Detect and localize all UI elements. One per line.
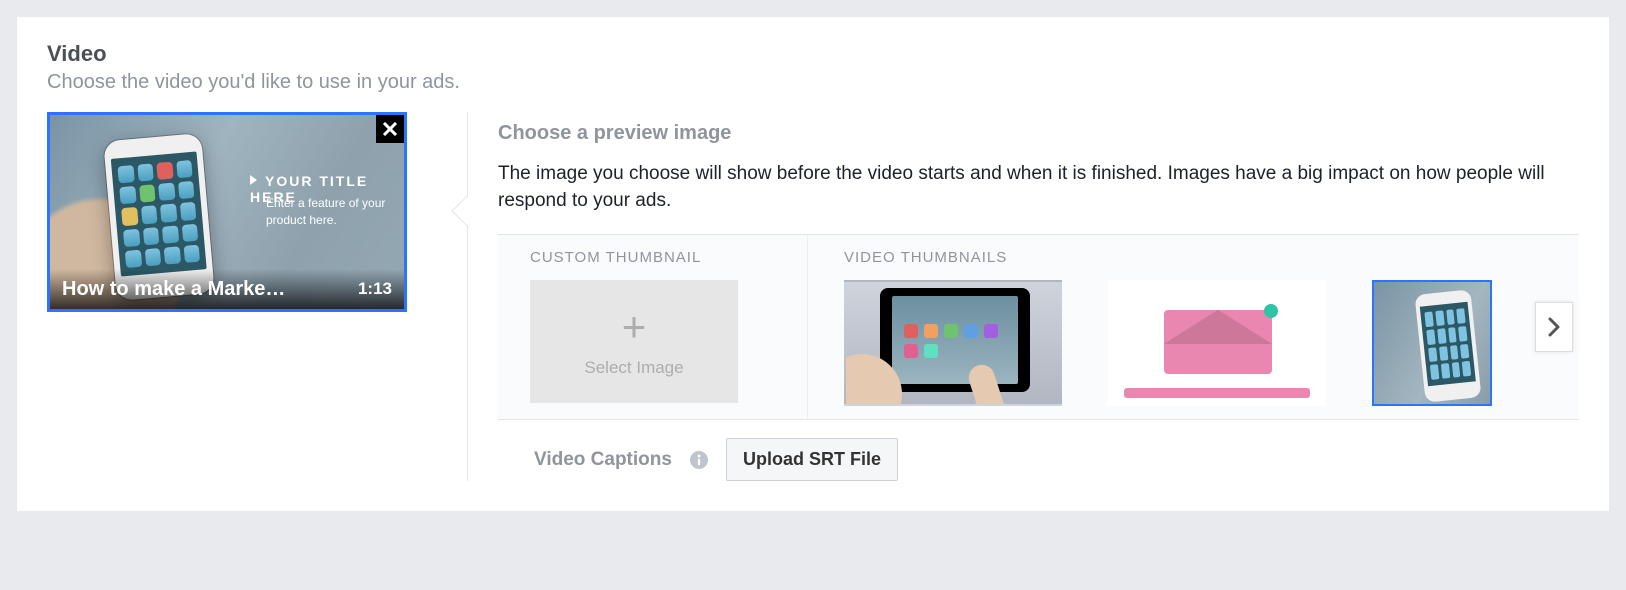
select-image-label: Select Image (584, 358, 683, 378)
info-icon[interactable] (690, 451, 708, 469)
custom-thumbnail-column: CUSTOM THUMBNAIL + Select Image (498, 235, 808, 419)
video-thumbnails-label: VIDEO THUMBNAILS (844, 249, 1559, 266)
section-title: Video (47, 41, 1579, 67)
preview-description: The image you choose will show before th… (498, 161, 1548, 214)
video-thumbnail-3[interactable] (1372, 280, 1492, 406)
preview-heading: Choose a preview image (498, 122, 1579, 145)
video-duration: 1:13 (358, 279, 392, 299)
captions-row: Video Captions Upload SRT File (498, 420, 1579, 481)
video-thumbnails-column: VIDEO THUMBNAILS (808, 235, 1579, 419)
section-subtitle: Choose the video you'd like to use in yo… (47, 71, 1579, 94)
plus-icon: + (622, 306, 647, 348)
video-thumbnail-2[interactable] (1108, 280, 1326, 406)
selected-video-column: YOUR TITLE HERE Enter a feature of your … (47, 112, 467, 312)
captions-label: Video Captions (534, 449, 672, 471)
next-thumbnails-button[interactable] (1535, 302, 1573, 352)
video-overlay-subtitle: Enter a feature of your product here. (266, 195, 386, 229)
video-title: How to make a Marke… (62, 278, 285, 301)
close-icon (383, 122, 397, 136)
video-thumbnails-row (844, 280, 1559, 406)
thumbnail-strip: CUSTOM THUMBNAIL + Select Image VIDEO TH… (498, 234, 1579, 420)
upload-srt-button[interactable]: Upload SRT File (726, 438, 898, 481)
content-row: YOUR TITLE HERE Enter a feature of your … (47, 112, 1579, 481)
video-thumbnail-1[interactable] (844, 280, 1062, 406)
custom-thumbnail-label: CUSTOM THUMBNAIL (530, 249, 787, 266)
selected-video-thumbnail[interactable]: YOUR TITLE HERE Enter a feature of your … (47, 112, 407, 312)
preview-column: Choose a preview image The image you cho… (468, 112, 1579, 481)
video-section-panel: Video Choose the video you'd like to use… (16, 16, 1610, 512)
chevron-right-icon (1548, 317, 1560, 337)
remove-video-button[interactable] (376, 115, 404, 143)
select-image-button[interactable]: + Select Image (530, 280, 738, 403)
video-info-bar: How to make a Marke… 1:13 (50, 269, 404, 309)
